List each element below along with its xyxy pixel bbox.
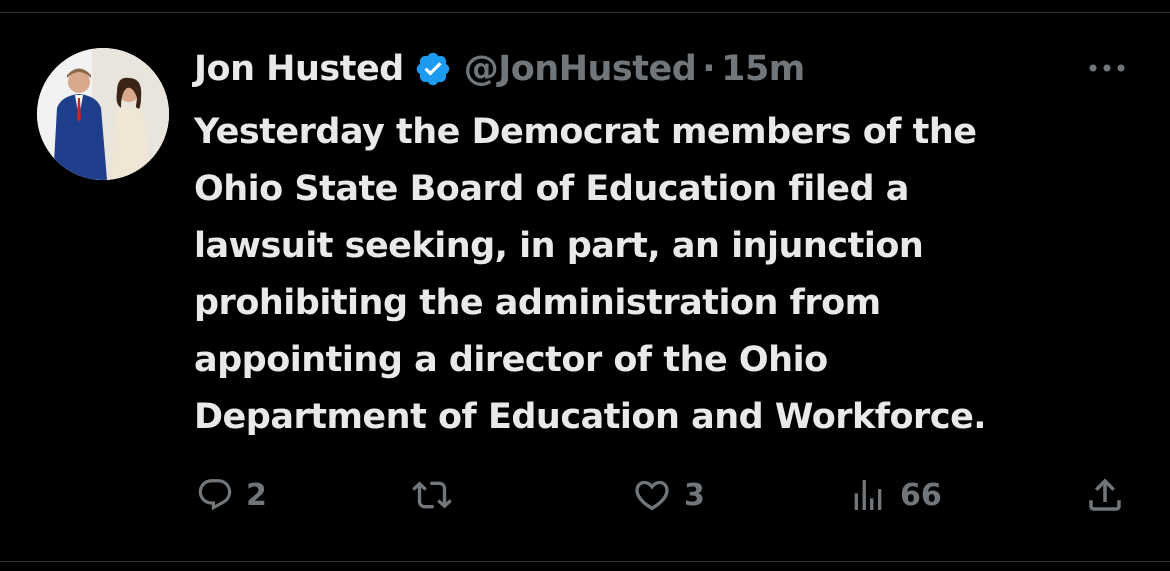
reply-button[interactable]: 2 <box>196 470 267 520</box>
like-count: 3 <box>684 477 705 513</box>
tweet-text-line: prohibiting the administration from <box>194 283 881 323</box>
share-button[interactable] <box>1084 470 1126 520</box>
reply-icon <box>198 479 232 511</box>
tweet-text-line: Department of Education and Workforce. <box>194 397 987 437</box>
tweet-text: Yesterday the Democrat members of the Oh… <box>194 104 1154 446</box>
tweet-timestamp[interactable]: 15m <box>721 49 805 89</box>
avatar[interactable] <box>37 48 169 180</box>
top-divider <box>0 12 1170 13</box>
retweet-icon <box>412 481 452 509</box>
heart-icon <box>635 480 669 511</box>
author-name[interactable]: Jon Husted <box>194 49 404 89</box>
share-icon <box>1089 478 1121 511</box>
verified-badge-icon[interactable] <box>414 50 452 88</box>
more-icon[interactable] <box>1085 52 1129 84</box>
reply-count: 2 <box>246 477 267 513</box>
avatar-image <box>37 48 169 180</box>
views-button[interactable]: 66 <box>848 470 942 520</box>
bottom-divider <box>0 561 1170 562</box>
tweet-text-line: appointing a director of the Ohio <box>194 340 828 380</box>
tweet-text-line: Yesterday the Democrat members of the <box>194 112 977 152</box>
views-icon <box>854 480 882 510</box>
tweet-header: Jon Husted @JonHusted · 15m <box>194 46 805 92</box>
tweet-text-line: lawsuit seeking, in part, an injunction <box>194 226 924 266</box>
separator-dot: · <box>702 49 716 89</box>
tweet-actions: 2 3 66 <box>0 470 1170 520</box>
tweet[interactable]: Jon Husted @JonHusted · 15m Yesterday th… <box>0 0 1170 571</box>
retweet-button[interactable] <box>412 470 452 520</box>
like-button[interactable]: 3 <box>632 470 705 520</box>
view-count: 66 <box>900 477 942 513</box>
tweet-text-line: Ohio State Board of Education filed a <box>194 169 909 209</box>
author-handle[interactable]: @JonHusted <box>464 49 697 89</box>
